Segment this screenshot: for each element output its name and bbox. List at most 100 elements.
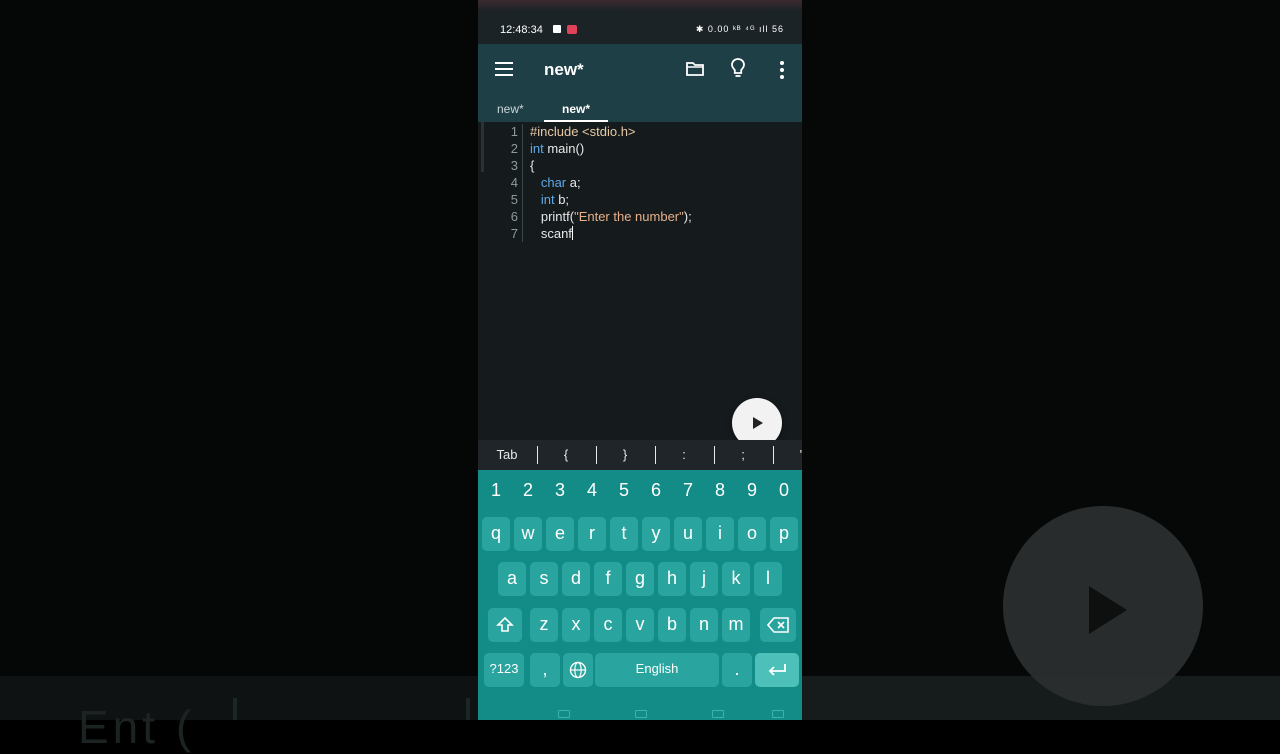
code-line: 7 scanf: [478, 225, 802, 242]
line-number: 2: [510, 141, 518, 156]
symbol-key[interactable]: :: [655, 447, 713, 462]
comma-key[interactable]: ,: [530, 653, 560, 687]
symbol-key[interactable]: }: [596, 447, 654, 462]
symbols-mode-key[interactable]: ?123: [484, 653, 524, 687]
symbol-key[interactable]: ;: [714, 447, 772, 462]
line-number: 3: [510, 158, 518, 173]
navigation-bar: [478, 706, 802, 720]
line-number: 4: [510, 175, 518, 190]
letter-key-z[interactable]: z: [530, 608, 558, 642]
letter-key-h[interactable]: h: [658, 562, 686, 596]
letter-key-s[interactable]: s: [530, 562, 558, 596]
nav-back-icon[interactable]: [712, 710, 724, 718]
nav-keyboard-icon[interactable]: [772, 710, 784, 718]
code-token: b;: [554, 192, 570, 207]
code-line: 2 int main(): [478, 140, 802, 157]
letter-key-k[interactable]: k: [722, 562, 750, 596]
shift-key[interactable]: [488, 608, 522, 642]
code-keyword: char: [540, 175, 567, 190]
space-key[interactable]: English: [595, 653, 719, 687]
letter-key-x[interactable]: x: [562, 608, 590, 642]
line-number: 6: [510, 209, 518, 224]
symbol-key[interactable]: {: [537, 447, 595, 462]
notification-icon: [553, 25, 561, 33]
number-key[interactable]: 4: [576, 480, 608, 501]
background-ghost-bar: [233, 698, 237, 720]
code-text: int main(): [530, 140, 584, 157]
language-key[interactable]: [563, 653, 593, 687]
code-token: main(): [543, 141, 585, 156]
letter-key-o[interactable]: o: [738, 517, 766, 551]
letter-key-q[interactable]: q: [482, 517, 510, 551]
number-key[interactable]: 2: [512, 480, 544, 501]
folder-icon[interactable]: [686, 62, 704, 76]
background-play-icon: [1003, 506, 1203, 706]
code-token: #include <stdio.h>: [530, 124, 636, 139]
period-key[interactable]: .: [722, 653, 752, 687]
number-key[interactable]: 3: [544, 480, 576, 501]
phone-screen: 12:48:34 ✱ 0.00 ᵏᴮ ⁴ᴳ ıll 56 new* new* n…: [478, 0, 802, 720]
code-token: {: [530, 158, 535, 173]
number-key[interactable]: 1: [480, 480, 512, 501]
letter-key-l[interactable]: l: [754, 562, 782, 596]
symbol-key[interactable]: Tab: [478, 447, 536, 462]
app-bar: new*: [478, 44, 802, 96]
symbol-bar: Tab{}:;": [478, 440, 802, 470]
letter-key-p[interactable]: p: [770, 517, 798, 551]
letter-key-y[interactable]: y: [642, 517, 670, 551]
code-keyword: int: [530, 141, 544, 156]
nav-home-icon[interactable]: [635, 710, 647, 718]
file-tabs: new* new*: [478, 96, 802, 122]
line-number: 7: [510, 226, 518, 241]
number-key[interactable]: 0: [768, 480, 800, 501]
code-line: 1 #include <stdio.h>: [478, 123, 802, 140]
code-keyword: int: [540, 192, 555, 207]
letter-key-m[interactable]: m: [722, 608, 750, 642]
line-number: 1: [510, 124, 518, 139]
letter-key-f[interactable]: f: [594, 562, 622, 596]
code-text: int b;: [530, 191, 569, 208]
letter-key-w[interactable]: w: [514, 517, 542, 551]
letter-key-c[interactable]: c: [594, 608, 622, 642]
letter-key-u[interactable]: u: [674, 517, 702, 551]
letter-key-e[interactable]: e: [546, 517, 574, 551]
number-key[interactable]: 9: [736, 480, 768, 501]
tab-file-2-active[interactable]: new*: [562, 102, 590, 116]
enter-key[interactable]: [755, 653, 799, 687]
letter-key-t[interactable]: t: [610, 517, 638, 551]
symbol-key[interactable]: ": [773, 447, 802, 462]
code-editor[interactable]: 1 #include <stdio.h> 2 int main() 3 {4 char a…: [478, 122, 802, 440]
code-text: {: [530, 157, 534, 174]
letter-key-d[interactable]: d: [562, 562, 590, 596]
code-string: "Enter the number": [574, 209, 684, 224]
tab-file-1[interactable]: new*: [497, 102, 524, 116]
more-options-icon[interactable]: [780, 61, 784, 79]
backspace-key[interactable]: [760, 608, 796, 642]
code-token: );: [683, 209, 692, 224]
nav-menu-icon[interactable]: [558, 710, 570, 718]
letter-key-n[interactable]: n: [690, 608, 718, 642]
text-caret: [571, 226, 573, 240]
code-line: 4 char a;: [478, 174, 802, 191]
number-key[interactable]: 6: [640, 480, 672, 501]
letter-key-i[interactable]: i: [706, 517, 734, 551]
letter-key-b[interactable]: b: [658, 608, 686, 642]
app-title: new*: [544, 60, 584, 79]
hamburger-menu-icon[interactable]: [495, 62, 513, 76]
lightbulb-icon[interactable]: [731, 58, 745, 80]
code-text: scanf: [530, 225, 573, 242]
line-number: 5: [510, 192, 518, 207]
status-indicators: ✱ 0.00 ᵏᴮ ⁴ᴳ ıll 56: [695, 24, 784, 34]
backspace-icon: [766, 617, 789, 633]
number-key[interactable]: 5: [608, 480, 640, 501]
letter-key-r[interactable]: r: [578, 517, 606, 551]
letter-key-j[interactable]: j: [690, 562, 718, 596]
letter-key-g[interactable]: g: [626, 562, 654, 596]
number-key[interactable]: 8: [704, 480, 736, 501]
number-key[interactable]: 7: [672, 480, 704, 501]
letter-key-a[interactable]: a: [498, 562, 526, 596]
enter-icon: [768, 664, 786, 676]
letter-key-v[interactable]: v: [626, 608, 654, 642]
